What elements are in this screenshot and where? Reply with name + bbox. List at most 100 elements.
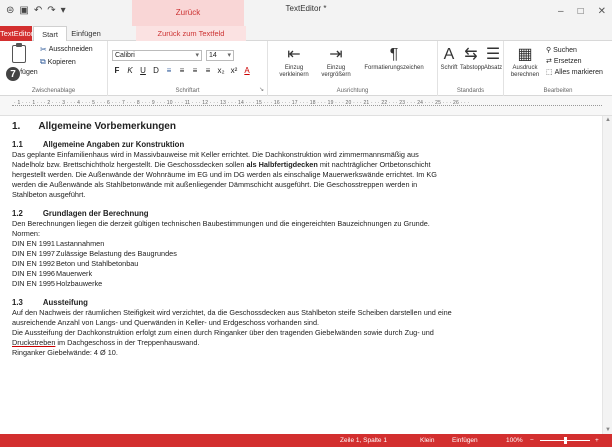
binoculars-icon: ⚲ xyxy=(546,47,552,54)
heading-number: 1.1 xyxy=(12,140,23,149)
tab-insert[interactable]: Einfügen xyxy=(68,26,104,41)
calculate-expression-button[interactable]: ▦ Ausdruck berechnen xyxy=(506,45,544,79)
tab-stop-button[interactable]: ⇆ Tabstopp xyxy=(460,45,484,72)
italic-button[interactable]: K xyxy=(125,66,135,75)
formatting-marks-button[interactable]: ¶ Formatierungszeichen xyxy=(358,45,430,72)
paragraph-line: Die Aussteifung der Dachkonstruktion erf… xyxy=(12,328,434,337)
align-center-button[interactable]: ≡ xyxy=(177,66,187,75)
heading-text: Allgemeine Vorbemerkungen xyxy=(38,121,176,132)
calculator-icon: ▦ xyxy=(517,46,533,63)
heading-text: Grundlagen der Berechnung xyxy=(42,209,149,218)
font-size-select[interactable]: 14 xyxy=(206,50,234,61)
select-all-button[interactable]: ⬚ Alles markieren xyxy=(546,68,603,77)
group-label-edit: Bearbeiten xyxy=(543,88,573,94)
scroll-down-icon[interactable]: ▼ xyxy=(605,427,611,433)
indent-icon: ⇥ xyxy=(329,46,343,63)
font-color-button[interactable]: A xyxy=(242,66,252,75)
scroll-up-icon[interactable]: ▲ xyxy=(605,117,611,123)
zoom-level: 100% xyxy=(506,437,523,444)
search-button[interactable]: ⚲ Suchen xyxy=(546,46,577,55)
norm-row: DIN EN 1996 Mauerwerk xyxy=(12,269,594,279)
text-run: mit nachträglicher Ortbetonschicht xyxy=(317,160,431,169)
strikethrough-button[interactable]: D xyxy=(151,66,161,75)
align-right-button[interactable]: ≡ xyxy=(190,66,200,75)
group-label-paragraph: Ausrichtung xyxy=(336,88,369,94)
paragraph-line: Stahlbeton ausgeführt. xyxy=(12,190,86,199)
formatting-marks-label: Formatierungszeichen xyxy=(364,65,424,71)
paragraph-line: ausreichende Anzahl von Langs- und Querw… xyxy=(12,318,320,327)
paragraph-line: Ringanker Giebelwände: 4 Ø 10. xyxy=(12,348,118,357)
spellcheck-word[interactable]: Druckstreben xyxy=(12,338,55,347)
vertical-scrollbar[interactable]: ▲ ▼ xyxy=(602,116,612,434)
close-button[interactable]: ✕ xyxy=(598,2,606,22)
text-run: Nadelholz bzw. Brettschichtholz hergeste… xyxy=(12,160,247,169)
scissors-icon: ✂ xyxy=(40,45,47,54)
paragraph-line: Den Berechnungen liegen die derzeit gült… xyxy=(12,219,430,228)
tab-start[interactable]: Start xyxy=(33,26,67,42)
zoom-out-icon[interactable]: − xyxy=(530,437,534,444)
norm-desc: Zulässige Belastung des Baugrundes xyxy=(56,249,177,258)
justify-button[interactable]: ≡ xyxy=(203,66,213,75)
ruler[interactable]: · 1 · · · 1 · · · 2 · · · 3 · · · 4 · · … xyxy=(0,96,612,116)
increase-indent-button[interactable]: ⇥ Einzug vergrößern xyxy=(316,45,356,79)
insert-mode[interactable]: Einfügen xyxy=(452,437,478,444)
copy-button[interactable]: ⧉ Kopieren xyxy=(40,57,76,67)
minimize-button[interactable]: – xyxy=(558,2,564,22)
norm-code: DIN EN 1992 xyxy=(12,259,55,268)
paragraph-style-button[interactable]: ☰ Absatz xyxy=(482,45,504,72)
paste-icon[interactable] xyxy=(12,43,26,63)
paragraph-line: Das geplante Einfamilienhaus wird in Mas… xyxy=(12,150,419,159)
tab-back-to-textfield[interactable]: Zurück zum Textfeld xyxy=(136,26,246,41)
tab-app[interactable]: TextEditor xyxy=(0,26,33,41)
norm-row: DIN EN 1992 Beton und Stahlbetonbau xyxy=(12,259,594,269)
text-run: im Dachgeschoss in der Treppenhauswand. xyxy=(55,338,200,347)
subscript-button[interactable]: x₂ xyxy=(216,66,226,75)
replace-button[interactable]: ⇄ Ersetzen xyxy=(546,57,582,66)
zoom-slider-thumb[interactable] xyxy=(563,437,567,444)
norm-code: DIN EN 1997 xyxy=(12,249,55,258)
heading-text: Allgemeine Angaben zur Konstruktion xyxy=(42,140,185,149)
group-paragraph: ⇤ Einzug verkleinern ⇥ Einzug vergrößern… xyxy=(268,41,438,96)
group-standards: A Schrift ⇆ Tabstopp ☰ Absatz Standards xyxy=(438,41,504,96)
group-font: Calibri 14 F K U D ≡ ≡ ≡ ≡ x₂ x² A Schri… xyxy=(108,41,268,96)
font-style-button[interactable]: A Schrift xyxy=(438,45,460,72)
font-family-select[interactable]: Calibri xyxy=(112,50,202,61)
norm-row: DIN EN 1991 Lastannahmen xyxy=(12,239,594,249)
status-bar: Zeile 1, Spalte 1 Klein Einfügen 100% − … xyxy=(0,434,612,447)
norm-desc: Lastannahmen xyxy=(56,239,105,248)
align-left-button[interactable]: ≡ xyxy=(164,66,174,75)
bold-button[interactable]: F xyxy=(112,66,122,75)
paragraph-icon: ☰ xyxy=(485,46,501,63)
document-area[interactable]: 1. Allgemeine Vorbemerkungen 1.1 Allgeme… xyxy=(0,116,600,434)
norm-desc: Mauerwerk xyxy=(56,269,93,278)
decrease-indent-label: Einzug verkleinern xyxy=(279,65,309,78)
paragraph-line: Normen: xyxy=(12,229,40,238)
heading-text: Aussteifung xyxy=(42,298,88,307)
group-label-standards: Standards xyxy=(456,88,485,94)
cut-button[interactable]: ✂ Ausschneiden xyxy=(40,45,93,54)
ribbon-tabs: TextEditor Start Einfügen Zurück zum Tex… xyxy=(0,26,612,42)
group-edit: ▦ Ausdruck berechnen ⚲ Suchen ⇄ Ersetzen… xyxy=(504,41,612,96)
heading-number: 1.2 xyxy=(12,209,23,218)
norm-desc: Beton und Stahlbetonbau xyxy=(56,259,139,268)
decrease-indent-button[interactable]: ⇤ Einzug verkleinern xyxy=(274,45,314,79)
pilcrow-icon: ¶ xyxy=(389,46,399,63)
ruler-scale: · 1 · · · 1 · · · 2 · · · 3 · · · 4 · · … xyxy=(14,100,470,106)
copy-icon: ⧉ xyxy=(40,57,46,66)
increase-indent-label: Einzug vergrößern xyxy=(321,65,351,78)
case-mode[interactable]: Klein xyxy=(420,437,434,444)
superscript-button[interactable]: x² xyxy=(229,66,239,75)
underline-button[interactable]: U xyxy=(138,66,148,75)
norm-row: DIN EN 1997 Zulässige Belastung des Baugr… xyxy=(12,249,594,259)
window-title: TextEditor * xyxy=(285,4,327,13)
calculate-label: Ausdruck berechnen xyxy=(510,65,540,78)
norm-code: DIN EN 1991 xyxy=(12,239,55,248)
norm-code: DIN EN 1996 xyxy=(12,269,55,278)
zoom-in-icon[interactable]: + xyxy=(595,437,599,444)
title-bar: ⊜ ▣ ↶ ↷ ▾ Zurück TextEditor * – □ ✕ xyxy=(0,0,612,26)
maximize-button[interactable]: □ xyxy=(578,2,584,22)
heading-1-2: 1.2 Grundlagen der Berechnung xyxy=(12,209,594,219)
heading-1-3: 1.3 Aussteifung xyxy=(12,298,594,308)
replace-label: Ersetzen xyxy=(553,57,582,65)
dialog-launcher-icon[interactable]: ↘ xyxy=(259,86,264,93)
